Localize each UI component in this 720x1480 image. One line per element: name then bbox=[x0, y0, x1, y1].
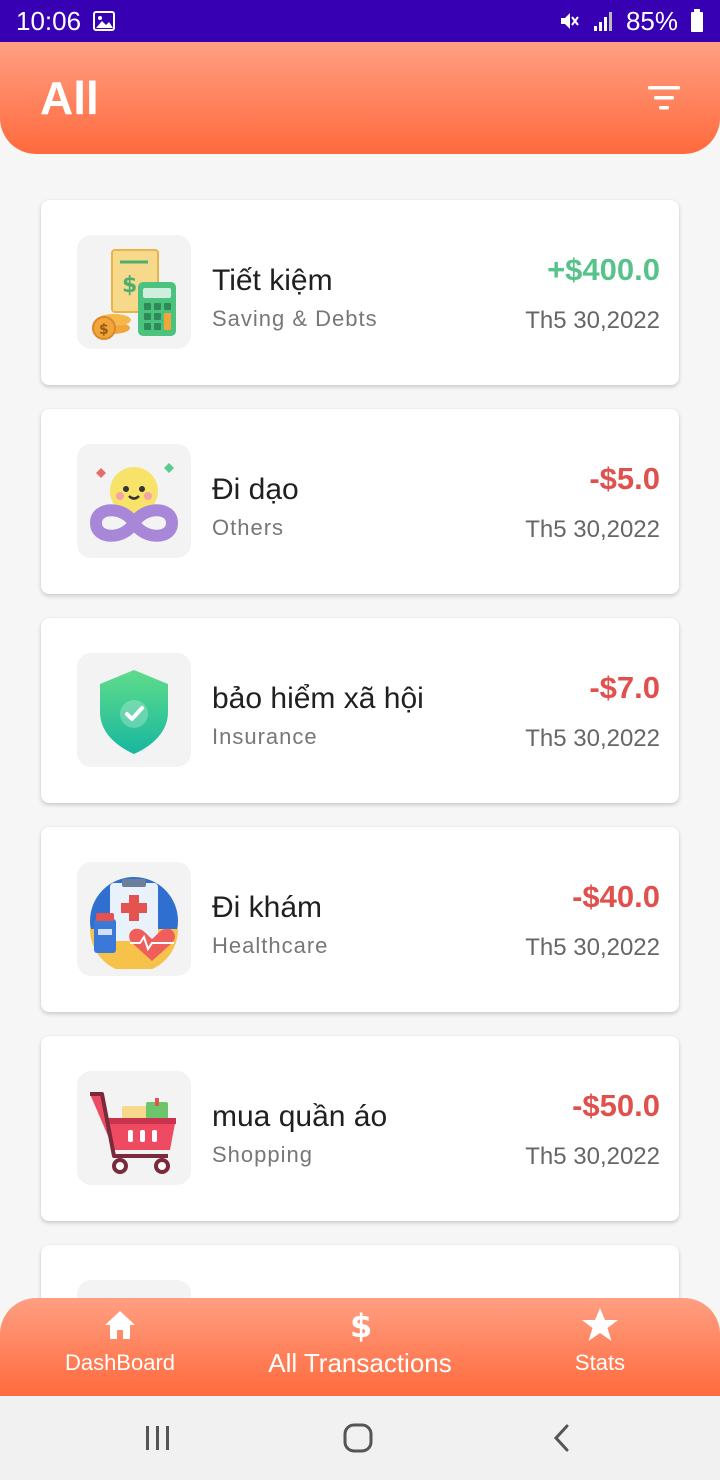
transaction-card[interactable]: $ $ Tiết kiệm Saving & Debts +$400.0 Th5… bbox=[41, 200, 679, 385]
battery-percent: 85% bbox=[625, 5, 678, 36]
nav-dashboard[interactable]: DashBoard bbox=[40, 1298, 200, 1396]
transaction-amount: -$5.0 bbox=[589, 461, 660, 496]
transaction-title: Đi dạo bbox=[212, 473, 299, 506]
shield-check-icon bbox=[77, 653, 191, 767]
transaction-category: Saving & Debts bbox=[212, 306, 378, 331]
recent-apps-button[interactable] bbox=[142, 1420, 174, 1456]
status-right: 85% bbox=[558, 6, 704, 37]
system-nav-bar bbox=[0, 1396, 720, 1480]
transaction-card[interactable]: Đi dạo Others -$5.0 Th5 30,2022 bbox=[41, 409, 679, 594]
mute-icon bbox=[558, 10, 580, 32]
transaction-category: Healthcare bbox=[212, 933, 329, 958]
filter-button[interactable] bbox=[646, 83, 682, 113]
nav-label: DashBoard bbox=[64, 1350, 176, 1375]
recent-apps-icon bbox=[146, 1426, 169, 1450]
dollar-icon: $ bbox=[346, 1298, 374, 1342]
home-circle-icon bbox=[343, 1423, 373, 1453]
home-button[interactable] bbox=[340, 1420, 376, 1456]
transaction-card[interactable] bbox=[41, 1245, 679, 1298]
savings-calculator-icon: $ $ bbox=[77, 235, 191, 349]
status-time: 10:06 bbox=[16, 5, 82, 36]
transaction-title: Đi khám bbox=[212, 891, 323, 924]
star-icon bbox=[581, 1298, 619, 1342]
transaction-category: Insurance bbox=[212, 724, 318, 749]
infinity-emoji-icon bbox=[77, 444, 191, 558]
svg-text:$: $ bbox=[122, 273, 137, 298]
filter-icon bbox=[648, 86, 680, 110]
page-title: All bbox=[40, 72, 99, 124]
nav-label: All Transactions bbox=[268, 1348, 452, 1378]
transaction-title: bảo hiểm xã hội bbox=[212, 682, 424, 715]
transaction-amount: -$40.0 bbox=[572, 879, 660, 914]
transaction-amount: -$7.0 bbox=[589, 670, 660, 705]
transaction-card[interactable]: mua quần áo Shopping -$50.0 Th5 30,2022 bbox=[41, 1036, 679, 1221]
nav-label: Stats bbox=[574, 1350, 626, 1375]
transaction-card[interactable]: bảo hiểm xã hội Insurance -$7.0 Th5 30,2… bbox=[41, 618, 679, 803]
app-header: All bbox=[0, 42, 720, 154]
transaction-date: Th5 30,2022 bbox=[525, 725, 660, 752]
transaction-title: Tiết kiệm bbox=[212, 264, 333, 297]
transaction-title: mua quần áo bbox=[212, 1100, 388, 1133]
shopping-cart-icon bbox=[77, 1071, 191, 1185]
transaction-category: Others bbox=[212, 515, 285, 540]
battery-icon bbox=[690, 9, 704, 33]
transaction-date: Th5 30,2022 bbox=[525, 516, 660, 543]
back-button[interactable] bbox=[548, 1420, 574, 1456]
transaction-date: Th5 30,2022 bbox=[525, 307, 660, 334]
transaction-amount: -$50.0 bbox=[572, 1088, 660, 1123]
nav-stats[interactable]: Stats bbox=[520, 1298, 680, 1396]
svg-text:$: $ bbox=[350, 1307, 372, 1342]
status-left: 10:06 bbox=[16, 5, 116, 37]
status-bar: 10:06 85% bbox=[0, 0, 720, 42]
signal-icon bbox=[592, 10, 614, 32]
gallery-notification-icon bbox=[93, 11, 116, 31]
home-icon bbox=[102, 1298, 138, 1342]
category-icon bbox=[77, 1280, 191, 1298]
back-icon bbox=[553, 1424, 569, 1452]
transaction-category: Shopping bbox=[212, 1142, 313, 1167]
medical-clipboard-icon bbox=[77, 862, 191, 976]
transaction-amount: +$400.0 bbox=[547, 252, 660, 287]
transaction-list[interactable]: $ $ Tiết kiệm Saving & Debts +$400.0 Th5… bbox=[0, 154, 720, 1298]
nav-all-transactions[interactable]: $ All Transactions bbox=[240, 1298, 480, 1396]
transaction-date: Th5 30,2022 bbox=[525, 1143, 660, 1170]
bottom-nav: DashBoard $ All Transactions Stats bbox=[0, 1298, 720, 1396]
transaction-card[interactable]: Đi khám Healthcare -$40.0 Th5 30,2022 bbox=[41, 827, 679, 1012]
svg-text:$: $ bbox=[99, 322, 109, 338]
transaction-date: Th5 30,2022 bbox=[525, 934, 660, 961]
